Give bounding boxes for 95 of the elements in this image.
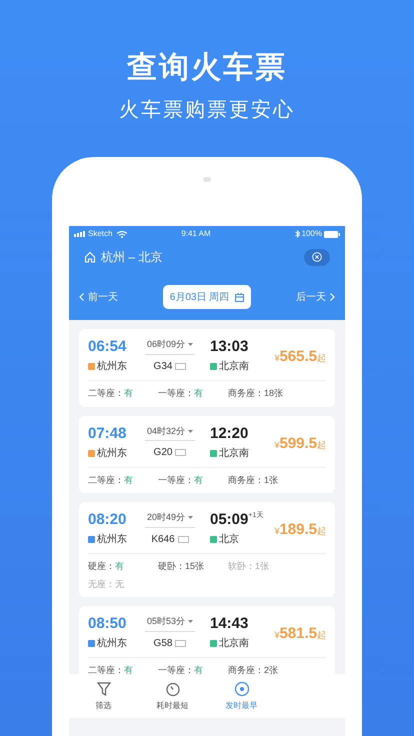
arrive-time: 14:43 <box>210 615 248 633</box>
duration: 06时09分 <box>146 338 186 351</box>
depart-station: 杭州东 <box>97 360 127 374</box>
arrive-station: 北京 <box>219 532 239 547</box>
seat-count: 有 <box>194 664 203 674</box>
caret-icon <box>188 343 194 346</box>
seat-count: 有 <box>124 664 133 674</box>
clock-icon <box>234 680 250 696</box>
arrive-station: 北京南 <box>219 360 249 374</box>
seat-label: 硬座： <box>88 560 115 573</box>
battery-percent: 100% <box>302 228 322 240</box>
price: 189.5 <box>279 520 317 540</box>
caret-icon <box>188 430 194 433</box>
promo-subtitle: 火车票购票更安心 <box>119 98 295 123</box>
tag-icon <box>178 536 189 542</box>
price-suffix: 起 <box>317 438 326 452</box>
depart-time: 08:20 <box>88 511 128 529</box>
home-icon <box>84 251 96 263</box>
depart-time: 06:54 <box>88 338 128 356</box>
signal-icon <box>74 231 86 237</box>
arrive-time: 12:20 <box>210 424 248 442</box>
seat-label: 商务座： <box>228 664 264 674</box>
currency: ¥ <box>274 629 280 642</box>
price: 565.5 <box>279 347 317 367</box>
seat-count: 15张 <box>185 560 204 573</box>
currency: ¥ <box>274 525 280 538</box>
depart-station: 杭州东 <box>97 532 127 547</box>
seat-count: 有 <box>194 387 203 400</box>
depart-time: 08:50 <box>88 615 128 633</box>
seat-count: 无 <box>115 578 124 590</box>
train-number: G20 <box>154 446 172 460</box>
seat-label: 二等座： <box>88 387 124 400</box>
seat-label: 一等座： <box>158 387 194 400</box>
seat-label: 商务座： <box>228 387 264 400</box>
seat-label: 一等座： <box>158 474 194 486</box>
currency: ¥ <box>274 438 280 452</box>
seat-label: 软卧： <box>228 560 255 573</box>
depart-time: 07:48 <box>88 424 128 442</box>
price-suffix: 起 <box>317 629 326 642</box>
seat-count: 1张 <box>264 474 278 486</box>
battery-icon <box>324 230 340 238</box>
timer-icon <box>164 680 180 696</box>
train-number: G58 <box>154 636 172 650</box>
caret-icon <box>188 620 194 624</box>
chevron-left-icon <box>79 293 84 301</box>
seat-label: 商务座： <box>228 474 264 486</box>
seat-label: 硬卧： <box>158 560 185 573</box>
carrier: Sketch <box>88 228 112 240</box>
train-number: G34 <box>154 360 172 374</box>
phone-speaker <box>203 177 211 182</box>
tag-icon <box>175 640 186 646</box>
arrive-station: 北京南 <box>219 446 249 460</box>
seat-label: 二等座： <box>88 474 124 486</box>
seat-count: 1张 <box>255 560 270 573</box>
close-button[interactable] <box>304 248 330 266</box>
currency: ¥ <box>274 352 280 365</box>
duration: 05时53分 <box>146 615 186 628</box>
promo-title: 查询火车票 <box>127 50 287 86</box>
bluetooth-icon <box>294 230 300 238</box>
duration: 04时32分 <box>146 424 186 438</box>
train-card[interactable]: 07:48 杭州东 04时32分 G20 12:20 北京南 ¥599.5起 二等座：有 一等座：有 商务座：1张 <box>79 416 335 493</box>
seat-label: 一等座： <box>158 664 194 674</box>
tag-icon <box>175 449 186 456</box>
filter-icon <box>96 680 112 696</box>
close-icon <box>312 252 322 262</box>
seat-count: 有 <box>194 474 203 486</box>
seat-label: 二等座： <box>88 664 124 674</box>
arrive-time: 13:03 <box>210 338 248 356</box>
arrive-time: 05:09 <box>210 511 248 529</box>
seat-count: 有 <box>124 474 133 486</box>
price: 581.5 <box>279 624 317 644</box>
depart-station: 杭州东 <box>97 446 127 460</box>
tab[interactable]: 筛选 <box>69 674 138 718</box>
seat-count: 有 <box>115 560 124 573</box>
seat-label: 无座： <box>88 578 115 590</box>
price-suffix: 起 <box>317 525 326 538</box>
train-card[interactable]: 08:50 杭州东 05时53分 G58 14:43 北京南 ¥581.5起 二等座：有 一等座：有 商务座：2张 <box>79 606 335 674</box>
caret-icon <box>188 516 194 520</box>
tag-icon <box>175 362 186 370</box>
seat-count: 18张 <box>264 387 284 400</box>
clock-time: 9:41 AM <box>180 228 212 240</box>
wifi-icon <box>117 230 128 238</box>
calendar-icon <box>235 292 244 302</box>
depart-station: 杭州东 <box>97 636 127 651</box>
train-card[interactable]: 06:54 杭州东 06时09分 G34 13:03 北京南 ¥565.5起 二等座：有 一等座：有 商务座：18张 <box>79 329 335 406</box>
route-title: 杭州 – 北京 <box>101 249 162 266</box>
duration: 20时49分 <box>146 511 186 524</box>
seat-count: 2张 <box>264 664 278 674</box>
chevron-right-icon <box>330 293 335 301</box>
arrive-station: 北京南 <box>219 636 249 651</box>
seat-count: 有 <box>124 387 133 400</box>
tab[interactable]: 耗时最短 <box>138 674 207 718</box>
price-suffix: 起 <box>317 352 326 365</box>
train-number: K646 <box>151 532 175 546</box>
price: 599.5 <box>279 434 317 454</box>
